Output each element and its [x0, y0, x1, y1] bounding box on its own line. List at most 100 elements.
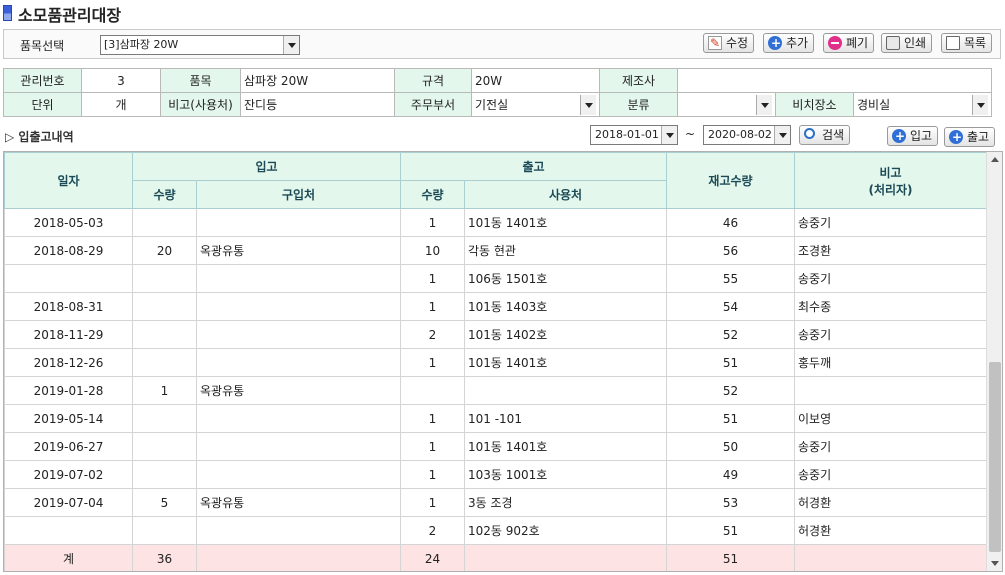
- item-value: 삼파장 20W: [240, 68, 395, 93]
- table-row[interactable]: 2019-05-14 1 101 -101 51 이보영: [4, 404, 987, 433]
- date-to-select[interactable]: 2020-08-02: [703, 125, 791, 145]
- cell-out-place: 101동 1402호: [464, 320, 667, 349]
- date-from-select[interactable]: 2018-01-01: [590, 125, 678, 145]
- cell-stock: 53: [666, 488, 795, 517]
- table-row[interactable]: 2019-07-04 5 옥광유통 1 3동 조경 53 허경환: [4, 488, 987, 517]
- page-icon: [3, 5, 12, 21]
- minus-icon: [828, 36, 842, 50]
- maker-value: [676, 68, 993, 93]
- scroll-down-icon[interactable]: [987, 555, 1002, 571]
- cell-out-qty: 1: [400, 432, 465, 461]
- scroll-thumb[interactable]: [989, 362, 1001, 552]
- header-note-line2: (처리자): [868, 182, 913, 197]
- cell-note: 최수종: [794, 292, 987, 321]
- header-note-line1: 비고: [879, 165, 902, 180]
- table-row[interactable]: 2018-11-29 2 101동 1402호 52 송중기: [4, 320, 987, 349]
- table-row[interactable]: 2 102동 902호 51 허경환: [4, 516, 987, 545]
- header-stock: 재고수량: [666, 152, 795, 209]
- cell-date: 계: [4, 544, 133, 571]
- dept-label: 주무부서: [394, 92, 472, 117]
- cell-in-qty: [132, 348, 197, 377]
- add-button-label: 추가: [786, 36, 809, 50]
- dept-select[interactable]: 기전실: [471, 92, 600, 117]
- cell-out-qty: 10: [400, 236, 465, 265]
- cell-in-qty: 20: [132, 236, 197, 265]
- cell-in-source: [196, 432, 401, 461]
- plus-icon: [768, 34, 782, 52]
- chevron-down-icon[interactable]: [661, 126, 677, 144]
- cell-stock: 56: [666, 236, 795, 265]
- table-row[interactable]: 2019-07-02 1 103동 1001호 49 송중기: [4, 460, 987, 489]
- search-button[interactable]: 검색: [799, 125, 851, 145]
- location-select[interactable]: 경비실: [852, 92, 993, 117]
- scroll-up-icon[interactable]: [987, 152, 1002, 168]
- cell-date: 2019-07-04: [4, 488, 133, 517]
- table-row[interactable]: 2019-01-28 1 옥광유통 52: [4, 376, 987, 405]
- cell-stock: 51: [666, 348, 795, 377]
- table-row[interactable]: 1 106동 1501호 55 송중기: [4, 264, 987, 293]
- history-table: 일자 입고 출고 재고수량 비고 (처리자) 수량 구입처 수량 사용처 201…: [4, 152, 987, 571]
- note-label: 비고(사용처): [160, 92, 241, 117]
- cell-in-source: [196, 208, 401, 237]
- history-grid: 일자 입고 출고 재고수량 비고 (처리자) 수량 구입처 수량 사용처 201…: [3, 151, 1003, 572]
- cell-stock: 52: [666, 376, 795, 405]
- page-title: 소모품관리대장: [18, 6, 122, 25]
- cell-in-source: 옥광유통: [196, 488, 401, 517]
- note-value: 잔디등: [240, 92, 395, 117]
- cell-out-place: 각동 현관: [464, 236, 667, 265]
- item-label: 품목: [160, 68, 241, 93]
- add-button[interactable]: 추가: [763, 33, 815, 53]
- item-select-value: [3]삼파장 20W: [104, 38, 179, 51]
- stock-out-button[interactable]: 출고: [944, 127, 996, 147]
- plus-icon: [892, 127, 906, 145]
- cell-note: [794, 544, 987, 571]
- item-select[interactable]: [3]삼파장 20W: [100, 35, 300, 55]
- cell-out-place: 101 -101: [464, 404, 667, 433]
- cell-out-qty: 1: [400, 348, 465, 377]
- toolbar: 품목선택 [3]삼파장 20W 수정 추가 폐기 인쇄 목록: [3, 29, 1001, 59]
- discard-button[interactable]: 폐기: [823, 33, 875, 53]
- spec-label: 규격: [394, 68, 472, 93]
- table-row[interactable]: 2018-05-03 1 101동 1401호 46 송중기: [4, 208, 987, 237]
- chevron-down-icon[interactable]: [580, 94, 596, 115]
- cell-stock: 52: [666, 320, 795, 349]
- header-out-qty: 수량: [400, 180, 465, 209]
- edit-button[interactable]: 수정: [703, 33, 755, 53]
- cell-in-qty: 5: [132, 488, 197, 517]
- chevron-down-icon[interactable]: [774, 126, 790, 144]
- cell-out-place: 102동 902호: [464, 516, 667, 545]
- table-row[interactable]: 2018-08-31 1 101동 1403호 54 최수종: [4, 292, 987, 321]
- chevron-down-icon[interactable]: [283, 36, 299, 54]
- spec-value: 20W: [471, 68, 600, 93]
- history-section-title: ▷ 입출고내역: [5, 130, 74, 144]
- item-select-label: 품목선택: [20, 39, 65, 53]
- cell-date: [4, 516, 133, 545]
- location-label: 비치장소: [775, 92, 854, 117]
- cell-note: 송중기: [794, 460, 987, 489]
- edit-button-label: 수정: [726, 36, 749, 50]
- list-button[interactable]: 목록: [941, 33, 993, 53]
- date-from-value: 2018-01-01: [595, 128, 659, 141]
- cell-out-qty: 2: [400, 516, 465, 545]
- table-row[interactable]: 2018-08-29 20 옥광유통 10 각동 현관 56 조경환: [4, 236, 987, 265]
- category-label: 분류: [599, 92, 678, 117]
- vertical-scrollbar[interactable]: [986, 152, 1002, 571]
- table-row[interactable]: 2018-12-26 1 101동 1401호 51 홍두깨: [4, 348, 987, 377]
- header-out: 출고: [400, 152, 667, 181]
- category-select[interactable]: [677, 92, 776, 117]
- chevron-down-icon[interactable]: [972, 94, 989, 115]
- cell-date: 2019-05-14: [4, 404, 133, 433]
- cell-note: 홍두깨: [794, 348, 987, 377]
- cell-out-place: 101동 1401호: [464, 348, 667, 377]
- chevron-down-icon[interactable]: [756, 94, 772, 115]
- search-icon: [804, 128, 815, 139]
- cell-out-place: 106동 1501호: [464, 264, 667, 293]
- cell-note: 송중기: [794, 264, 987, 293]
- table-row[interactable]: 2019-06-27 1 101동 1401호 50 송중기: [4, 432, 987, 461]
- print-button[interactable]: 인쇄: [881, 33, 933, 53]
- cell-in-source: [196, 544, 401, 571]
- stock-in-button[interactable]: 입고: [887, 126, 939, 146]
- total-row[interactable]: 계 36 24 51: [4, 544, 987, 571]
- cell-date: 2019-06-27: [4, 432, 133, 461]
- cell-out-qty: 1: [400, 488, 465, 517]
